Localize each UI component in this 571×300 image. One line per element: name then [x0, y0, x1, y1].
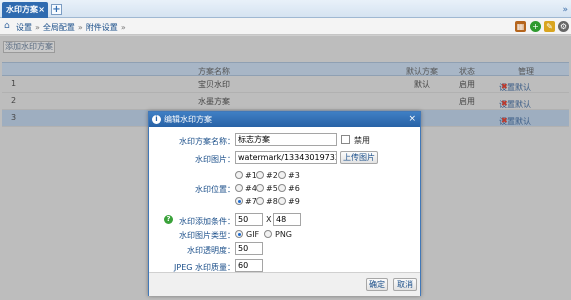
position-label: 水印位置： [195, 185, 235, 194]
position-radio-6[interactable] [278, 184, 286, 192]
row-index: 1 [11, 79, 17, 88]
breadcrumb-item-global[interactable]: 全局配置 [43, 23, 75, 32]
breadcrumb-item-settings[interactable]: 设置 [16, 23, 32, 32]
position-option-label: #7 [245, 197, 257, 206]
position-option-label: #2 [266, 171, 278, 180]
jpeg-quality-input[interactable]: 60 [235, 259, 263, 272]
position-radio-5[interactable] [256, 184, 264, 192]
row-name: 水墨方案 [198, 97, 230, 106]
add-watermark-scheme-button[interactable]: 添加水印方案 [3, 41, 55, 53]
breadcrumb-separator: » [120, 23, 126, 32]
dialog-close-icon[interactable]: × [408, 112, 416, 127]
dialog-title: 编辑水印方案 [164, 115, 212, 124]
position-radio-9[interactable] [278, 197, 286, 205]
breadcrumb-separator: » [77, 23, 83, 32]
row-default: 默认 [414, 80, 430, 89]
scheme-name-label: 水印方案名称： [179, 137, 235, 146]
disable-label: 禁用 [354, 136, 370, 145]
tab-bar: 水印方案 × + » [0, 0, 571, 18]
condition-height-input[interactable]: 48 [273, 213, 301, 226]
dialog-title-bar: i 编辑水印方案 × [149, 112, 420, 127]
position-option-label: #4 [245, 184, 257, 193]
type-png-label: PNG [275, 230, 293, 239]
upload-image-button[interactable]: 上传图片 [340, 151, 378, 164]
tab-watermark-scheme[interactable]: 水印方案 × [2, 2, 48, 18]
calendar-icon[interactable]: ▦ [515, 21, 526, 32]
scheme-name-input[interactable]: 标志方案 [235, 133, 337, 146]
position-option-label: #9 [288, 197, 300, 206]
image-label: 水印图片： [195, 155, 235, 164]
dialog-footer: 确定 取消 [149, 272, 420, 296]
tab-menu-icon[interactable]: » [562, 5, 568, 15]
type-png-radio[interactable] [264, 230, 272, 238]
position-option-label: #1 [245, 171, 257, 180]
delete-icon[interactable]: ✖ [501, 82, 508, 91]
position-radio-2[interactable] [256, 171, 264, 179]
condition-label: 水印添加条件： [179, 217, 235, 226]
position-option-label: #8 [266, 197, 278, 206]
type-gif-label: GIF [246, 230, 260, 239]
edit-watermark-dialog: i 编辑水印方案 × 水印方案名称： 标志方案 禁用 水印图片： waterma… [148, 111, 421, 296]
tab-label: 水印方案 [6, 5, 38, 14]
image-type-label: 水印图片类型： [179, 231, 235, 240]
position-radio-1[interactable] [235, 171, 243, 179]
tab-close-icon[interactable]: × [38, 2, 45, 18]
info-icon: i [152, 115, 161, 124]
image-path-input[interactable]: watermark/1334301973359. [235, 151, 337, 164]
disable-checkbox[interactable] [341, 135, 350, 144]
home-icon[interactable]: ⌂ [4, 21, 10, 31]
row-name: 宝贝水印 [198, 80, 230, 89]
position-option-label: #5 [266, 184, 278, 193]
condition-width-input[interactable]: 50 [235, 213, 263, 226]
type-gif-radio[interactable] [235, 230, 243, 238]
position-radio-3[interactable] [278, 171, 286, 179]
table-header: 方案名称 默认方案 状态 管理 [2, 62, 569, 76]
table-row[interactable]: 1 宝贝水印 默认 启用 设置默认 ✎ ✖ [2, 76, 569, 93]
breadcrumb-item-attachment[interactable]: 附件设置 [86, 23, 118, 32]
ok-button[interactable]: 确定 [366, 278, 388, 291]
position-option-label: #6 [288, 184, 300, 193]
table-row[interactable]: 2 水墨方案 启用 设置默认 ✎ ✖ [2, 93, 569, 110]
condition-x-label: X [266, 215, 272, 224]
settings-icon[interactable]: ⚙ [558, 21, 569, 32]
edit-icon[interactable]: ✎ [544, 21, 555, 32]
opacity-input[interactable]: 50 [235, 242, 263, 255]
position-radio-8[interactable] [256, 197, 264, 205]
position-radio-7[interactable] [235, 197, 243, 205]
add-tab-button[interactable]: + [51, 4, 62, 15]
breadcrumb-separator: » [35, 23, 40, 32]
position-option-label: #3 [288, 171, 300, 180]
row-index: 3 [11, 113, 17, 122]
row-status: 启用 [459, 97, 475, 106]
breadcrumb-bar: ⌂ 设置» 全局配置» 附件设置» ▦ + ✎ ⚙ [0, 18, 571, 35]
breadcrumb: 设置» 全局配置» 附件设置» [16, 22, 129, 33]
row-index: 2 [11, 96, 17, 105]
delete-icon[interactable]: ✖ [501, 116, 508, 125]
cancel-button[interactable]: 取消 [393, 278, 417, 291]
opacity-label: 水印透明度： [187, 246, 235, 255]
position-radio-4[interactable] [235, 184, 243, 192]
delete-icon[interactable]: ✖ [501, 99, 508, 108]
add-icon[interactable]: + [530, 21, 541, 32]
row-status: 启用 [459, 80, 475, 89]
